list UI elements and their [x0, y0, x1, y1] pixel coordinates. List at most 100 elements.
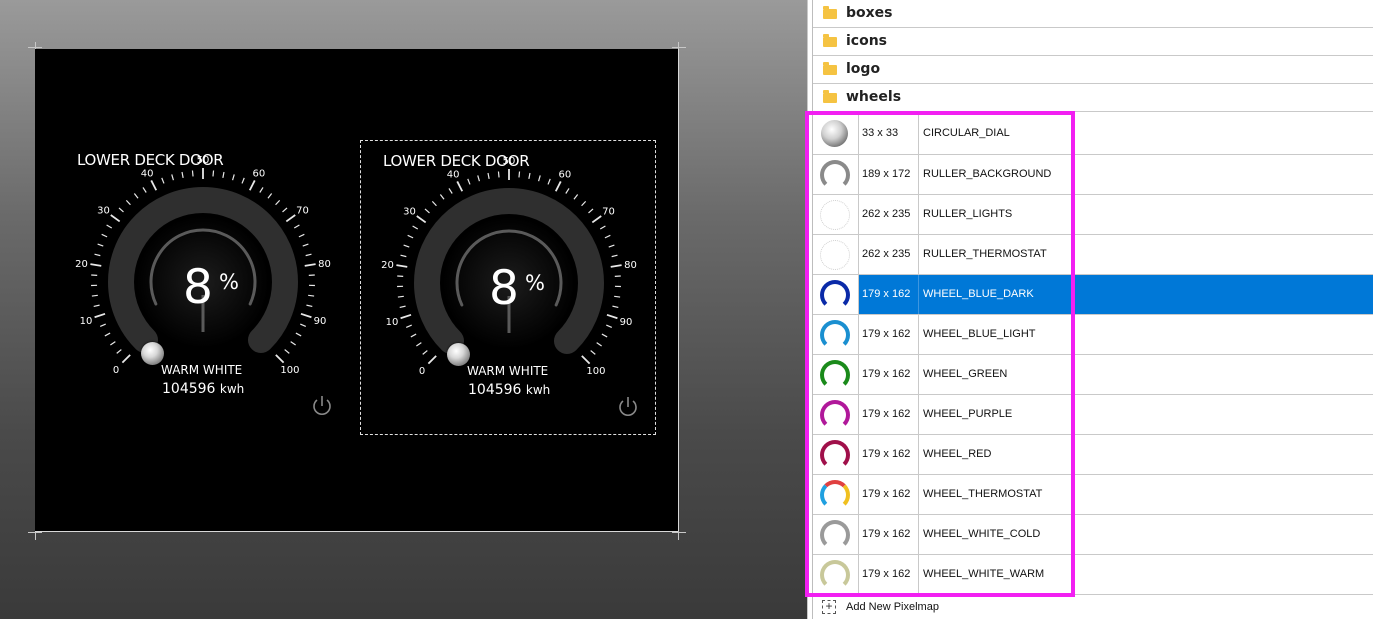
scale-tick — [106, 224, 113, 229]
scale-tick — [611, 254, 618, 258]
folder-row-boxes[interactable]: boxes — [813, 0, 1373, 28]
pixelmap-row[interactable]: 179 x 162 WHEEL_BLUE_DARK — [813, 275, 1373, 315]
pixelmap-row[interactable]: 179 x 162 WHEEL_THERMOSTAT — [813, 475, 1373, 515]
scale-tick — [300, 323, 307, 328]
scale-tick — [282, 207, 288, 213]
folder-icon — [823, 34, 837, 47]
scale-label: 0 — [419, 366, 425, 377]
pixelmap-size-cell: 189 x 172 — [859, 155, 919, 194]
pixelmap-thumbnail-icon — [820, 400, 850, 430]
pixelmap-row[interactable]: 262 x 235 RULLER_THERMOSTAT — [813, 235, 1373, 275]
scale-tick — [116, 349, 122, 354]
scale-tick — [604, 234, 611, 239]
pixelmap-thumb-cell — [813, 395, 859, 434]
pixelmap-thumbnail-icon — [820, 200, 850, 230]
pixelmap-thumb-cell — [813, 475, 859, 514]
scale-tick — [267, 193, 273, 199]
pixelmap-thumb-cell — [813, 435, 859, 474]
pixelmap-row[interactable]: 179 x 162 WHEEL_PURPLE — [813, 395, 1373, 435]
scale-label: 20 — [381, 260, 394, 271]
power-icon[interactable] — [617, 395, 639, 419]
scale-tick — [581, 355, 591, 365]
scale-tick — [400, 254, 407, 258]
scale-tick — [110, 341, 116, 346]
knob-icon[interactable] — [447, 343, 470, 366]
crop-mark — [672, 532, 686, 533]
pixelmap-thumbnail-icon — [820, 320, 850, 350]
pixelmap-row[interactable]: 262 x 235 RULLER_LIGHTS — [813, 195, 1373, 235]
scale-tick — [554, 181, 562, 192]
scale-tick — [101, 233, 108, 238]
pixelmap-thumb-cell — [813, 355, 859, 394]
mode-label: WARM WHITE — [467, 364, 549, 378]
pixelmap-name: WHEEL_GREEN — [923, 368, 1008, 380]
scale-tick — [94, 253, 101, 257]
scale-tick — [497, 171, 500, 178]
energy-reading: 104596 kwh — [162, 381, 244, 397]
pixelmap-size: 179 x 162 — [862, 368, 911, 380]
pixelmap-name: CIRCULAR_DIAL — [923, 127, 1010, 139]
scale-tick — [399, 305, 406, 309]
widget-title: LOWER DECK DOOR — [383, 152, 530, 170]
scale-label: 80 — [318, 259, 331, 270]
scale-label: 60 — [558, 169, 571, 180]
scale-tick — [295, 332, 302, 337]
scale-tick — [606, 324, 613, 329]
folder-icon — [823, 6, 837, 19]
add-pixelmap-label: Add New Pixelmap — [846, 601, 939, 613]
folder-icon — [823, 62, 837, 75]
dimmer-widget[interactable]: 0 10 20 30 40 50 60 70 80 90 100 LOWER DECK DOOR 8… — [55, 140, 351, 435]
pixelmap-row[interactable]: 179 x 162 WHEEL_BLUE_LIGHT — [813, 315, 1373, 355]
pixelmap-size: 179 x 162 — [862, 328, 911, 340]
scale-tick — [305, 253, 312, 257]
dimmer-widget-selected[interactable]: 0 10 20 30 40 50 60 70 80 90 100 LOWER DECK DOOR 8… — [360, 140, 656, 435]
add-pixelmap-button[interactable]: + Add New Pixelmap — [813, 597, 1373, 619]
scale-label: 30 — [97, 206, 110, 217]
pixelmap-size: 262 x 235 — [862, 208, 911, 220]
scale-label: 0 — [113, 365, 119, 376]
pixelmap-thumb-cell — [813, 315, 859, 354]
scale-tick — [610, 264, 622, 268]
pixelmap-name: WHEEL_WHITE_COLD — [923, 528, 1041, 540]
pixelmap-name: RULLER_BACKGROUND — [923, 168, 1052, 180]
scale-tick — [581, 200, 587, 207]
energy-unit: kwh — [525, 383, 551, 397]
scale-tick — [403, 244, 410, 248]
pixelmap-row[interactable]: 189 x 172 RULLER_BACKGROUND — [813, 155, 1373, 195]
display-screen[interactable]: 0 10 20 30 40 50 60 70 80 90 100 LOWER DECK DOOR 8… — [35, 49, 678, 531]
pixelmap-row[interactable]: 33 x 33 CIRCULAR_DIAL — [813, 114, 1373, 155]
pixelmap-name: WHEEL_THERMOSTAT — [923, 488, 1043, 500]
scale-tick — [293, 224, 300, 229]
scale-tick — [487, 172, 490, 179]
level-unit: % — [525, 271, 545, 295]
scale-tick — [439, 194, 445, 200]
level-unit: % — [219, 270, 239, 294]
pixelmap-thumb-cell — [813, 155, 859, 194]
scale-label: 90 — [314, 316, 327, 327]
power-icon[interactable] — [311, 394, 333, 418]
energy-unit: kwh — [219, 382, 245, 396]
pixelmap-row[interactable]: 179 x 162 WHEEL_WHITE_WARM — [813, 555, 1373, 595]
scale-tick — [161, 177, 165, 184]
pixelmap-thumbnail-icon — [820, 160, 850, 190]
knob-icon[interactable] — [141, 342, 164, 365]
scale-tick — [537, 175, 541, 182]
pixelmap-thumbnail-icon — [820, 520, 850, 550]
pixelmap-row[interactable]: 179 x 162 WHEEL_GREEN — [813, 355, 1373, 395]
folder-open-icon — [823, 90, 837, 103]
folder-label: wheels — [846, 89, 902, 105]
scale-tick — [467, 178, 471, 185]
pixelmap-size: 189 x 172 — [862, 168, 911, 180]
scale-tick — [416, 215, 427, 224]
pixelmap-row[interactable]: 179 x 162 WHEEL_WHITE_COLD — [813, 515, 1373, 555]
scale-tick — [91, 294, 98, 297]
pixelmap-size-cell: 179 x 162 — [859, 435, 919, 474]
add-icon: + — [822, 600, 836, 614]
pixelmap-row[interactable]: 179 x 162 WHEEL_RED — [813, 435, 1373, 475]
pixelmap-thumbnail-icon — [820, 240, 850, 270]
folder-row-logo[interactable]: logo — [813, 56, 1373, 84]
scale-tick — [93, 304, 100, 308]
scale-tick — [405, 324, 412, 329]
folder-row-wheels[interactable]: wheels — [813, 84, 1373, 112]
folder-row-icons[interactable]: icons — [813, 28, 1373, 56]
